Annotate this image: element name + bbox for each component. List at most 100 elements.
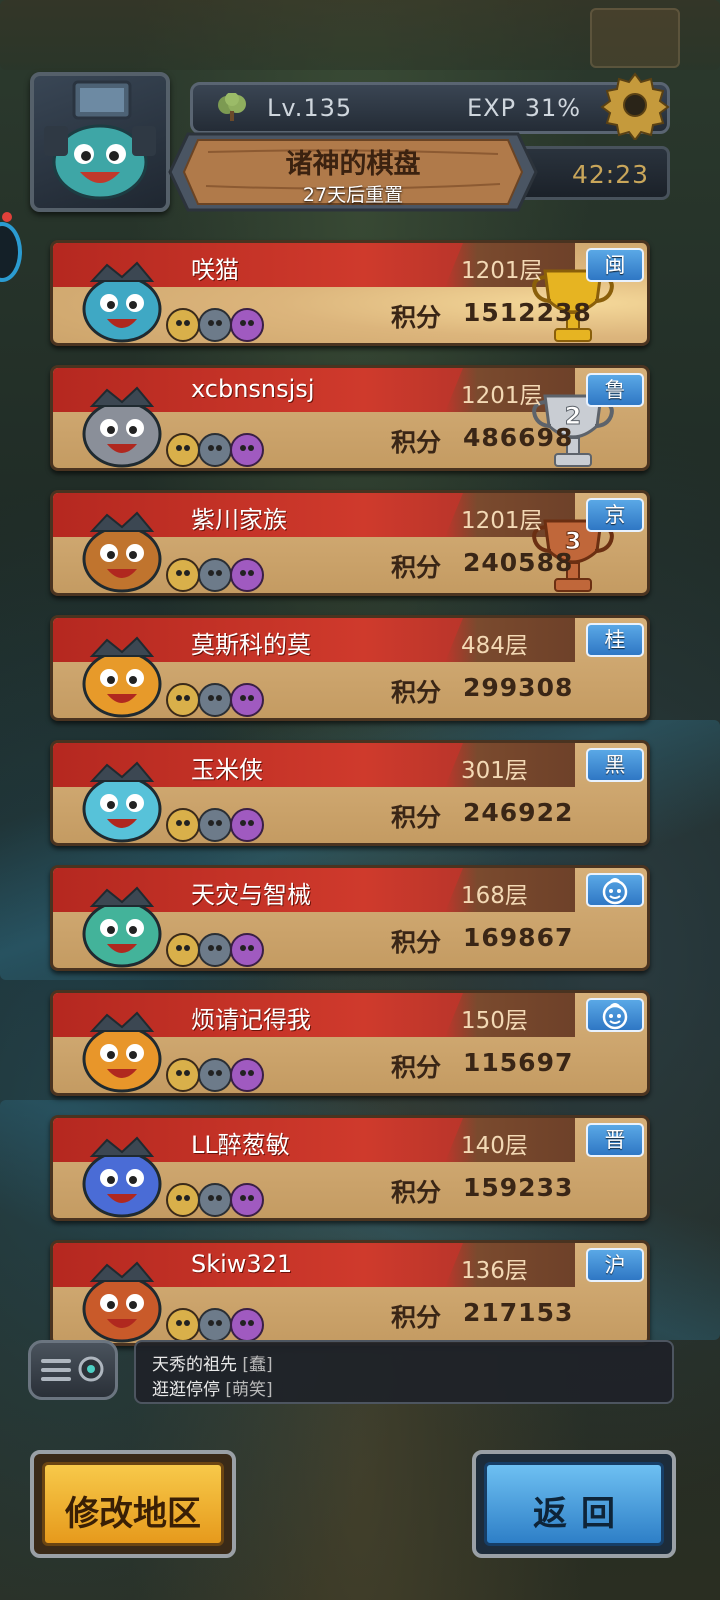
floor-count: 301层 xyxy=(461,758,528,784)
score-label: 积分 xyxy=(391,1053,442,1082)
score-value: 115697 xyxy=(463,1048,574,1077)
team-pets-icon xyxy=(166,933,264,967)
player-pet-avatar-icon xyxy=(82,1011,162,1093)
player-pet-avatar-icon xyxy=(82,261,162,343)
player-avatar-icon xyxy=(44,80,156,200)
score-label: 积分 xyxy=(391,553,442,582)
chat-emote-tag: [萌笑] xyxy=(225,1380,273,1400)
score-value: 1512238 xyxy=(463,298,592,327)
floor-count: 140层 xyxy=(461,1133,528,1159)
back-label: 返回 xyxy=(533,1494,629,1534)
player-name: 玉米侠 xyxy=(191,756,263,784)
score-label: 积分 xyxy=(391,928,442,957)
score-value: 246922 xyxy=(463,798,574,827)
score-value: 159233 xyxy=(463,1173,574,1202)
score-label: 积分 xyxy=(391,303,442,332)
level-bar: Lv.135 EXP 31% xyxy=(190,82,670,134)
event-title: 诸神的棋盘 xyxy=(285,149,421,180)
team-pets-icon xyxy=(166,558,264,592)
score-value: 169867 xyxy=(463,923,574,952)
ranking-row[interactable]: 玉米侠 301层 黑积分 246922 xyxy=(50,740,650,846)
map-building-decoration xyxy=(590,8,680,68)
player-name: 莫斯科的莫 xyxy=(191,631,311,659)
ranking-row[interactable]: 天灾与智械 168层 积分 169867 xyxy=(50,865,650,971)
ranking-row[interactable]: 3 紫川家族 1201层京积分 240588 xyxy=(50,490,650,596)
score-value: 240588 xyxy=(463,548,574,577)
player-name: Skiw321 xyxy=(191,1250,293,1278)
notification-dot-icon xyxy=(2,212,12,222)
exp-text: EXP 31% xyxy=(467,94,582,122)
floor-count: 1201层 xyxy=(461,258,543,284)
level-text: Lv.135 xyxy=(267,94,353,122)
change-region-button[interactable]: 修改地区 xyxy=(30,1450,236,1558)
ranking-row[interactable]: 咲猫 1201层 闽积分 1512238 xyxy=(50,240,650,346)
player-name: xcbnsnsjsj xyxy=(191,375,315,403)
score-label: 积分 xyxy=(391,428,442,457)
region-badge: 桂 xyxy=(586,623,644,657)
floor-count: 168层 xyxy=(461,883,528,909)
floor-count: 484层 xyxy=(461,633,528,659)
player-pet-avatar-icon xyxy=(82,511,162,593)
chat-emote-tag: [蠢] xyxy=(242,1355,273,1375)
score-label: 积分 xyxy=(391,678,442,707)
team-pets-icon xyxy=(166,308,264,342)
unknown-region-icon xyxy=(602,878,628,905)
region-badge: 鲁 xyxy=(586,373,644,407)
region-badge: 京 xyxy=(586,498,644,532)
ranking-row[interactable]: 莫斯科的莫 484层 桂积分 299308 xyxy=(50,615,650,721)
region-badge: 黑 xyxy=(586,748,644,782)
chat-message-box[interactable]: 天秀的祖先 [蠢] 逛逛停停 [萌笑] xyxy=(134,1340,674,1404)
player-pet-avatar-icon xyxy=(82,386,162,468)
event-reset-text: 27天后重置 xyxy=(302,184,404,206)
player-name: 烦请记得我 xyxy=(191,1006,311,1034)
region-badge xyxy=(586,873,644,907)
team-pets-icon xyxy=(166,808,264,842)
region-badge: 沪 xyxy=(586,1248,644,1282)
change-region-label: 修改地区 xyxy=(65,1494,201,1534)
score-label: 积分 xyxy=(391,1178,442,1207)
event-title-plank: 诸神的棋盘 27天后重置 xyxy=(168,130,538,214)
floor-count: 136层 xyxy=(461,1258,528,1284)
team-pets-icon xyxy=(166,1308,264,1342)
score-label: 积分 xyxy=(391,803,442,832)
player-name: LL醉葱敏 xyxy=(191,1131,290,1159)
region-badge: 晋 xyxy=(586,1123,644,1157)
tree-icon xyxy=(218,93,246,121)
chat-message: 逛逛停停 [萌笑] xyxy=(152,1375,273,1400)
team-pets-icon xyxy=(166,1183,264,1217)
chat-sender: 天秀的祖先 xyxy=(152,1355,237,1375)
timer-text: 42:23 xyxy=(571,160,649,189)
score-value: 299308 xyxy=(463,673,574,702)
floor-count: 1201层 xyxy=(461,383,543,409)
player-pet-avatar-icon xyxy=(82,886,162,968)
player-name: 咲猫 xyxy=(191,256,239,284)
ranking-row[interactable]: 烦请记得我 150层 积分 115697 xyxy=(50,990,650,1096)
player-pet-avatar-icon xyxy=(82,636,162,718)
chat-message: 天秀的祖先 [蠢] xyxy=(152,1350,273,1375)
player-name: 紫川家族 xyxy=(191,506,287,534)
radio-chat-icon xyxy=(41,1356,104,1382)
player-pet-avatar-icon xyxy=(82,1261,162,1343)
player-name: 天灾与智械 xyxy=(191,881,311,909)
team-pets-icon xyxy=(166,433,264,467)
player-pet-avatar-icon xyxy=(82,1136,162,1218)
team-pets-icon xyxy=(166,683,264,717)
floor-count: 150层 xyxy=(461,1008,528,1034)
settings-gear-icon[interactable] xyxy=(600,70,670,140)
player-avatar[interactable] xyxy=(30,72,170,212)
region-badge: 闽 xyxy=(586,248,644,282)
unknown-region-icon xyxy=(602,1003,628,1030)
team-pets-icon xyxy=(166,1058,264,1092)
back-button[interactable]: 返回 xyxy=(472,1450,676,1558)
score-value: 217153 xyxy=(463,1298,574,1327)
ranking-row[interactable]: Skiw321 136层 沪积分 217153 xyxy=(50,1240,650,1346)
ranking-row[interactable]: LL醉葱敏 140层 晋积分 159233 xyxy=(50,1115,650,1221)
chat-text: 逛逛停停 xyxy=(152,1380,220,1400)
score-label: 积分 xyxy=(391,1303,442,1332)
region-badge xyxy=(586,998,644,1032)
chat-button[interactable] xyxy=(28,1340,118,1400)
ranking-row[interactable]: 2 xcbnsnsjsj 1201层鲁积分 486698 xyxy=(50,365,650,471)
player-pet-avatar-icon xyxy=(82,761,162,843)
side-indicator-icon[interactable] xyxy=(0,222,22,282)
score-value: 486698 xyxy=(463,423,574,452)
